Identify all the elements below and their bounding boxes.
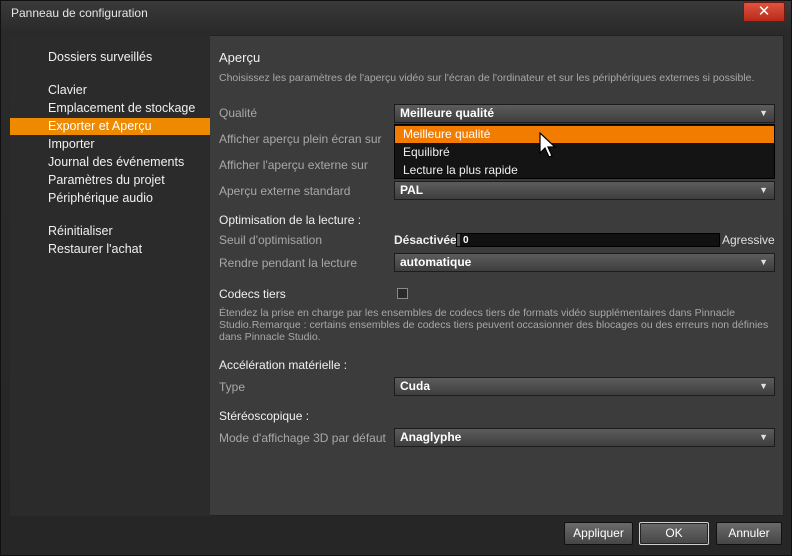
quality-label: Qualité <box>219 106 258 120</box>
close-button[interactable]: ✕ <box>743 2 785 22</box>
render-value: automatique <box>400 255 472 269</box>
threshold-slider[interactable]: 0 <box>456 233 720 247</box>
threshold-max-label: Agressive <box>722 233 775 247</box>
close-icon: ✕ <box>757 3 771 20</box>
chevron-down-icon: ▼ <box>759 185 768 195</box>
sidebar-item-keyboard[interactable]: Clavier <box>10 82 210 99</box>
codecs-checkbox[interactable] <box>397 288 408 299</box>
quality-dropdown-list: Meilleure qualité Equilibré Lecture la p… <box>394 124 775 179</box>
render-select[interactable]: automatique ▼ <box>394 253 775 272</box>
cancel-button[interactable]: Annuler <box>716 522 782 545</box>
threshold-value: 0 <box>463 235 469 246</box>
content-area: Aperçu Choisissez les paramètres de l'ap… <box>210 35 784 516</box>
3d-mode-label: Mode d'affichage 3D par défaut <box>219 431 386 445</box>
preview-description: Choisissez les paramètres de l'aperçu vi… <box>219 72 755 84</box>
option-fastest-playback[interactable]: Lecture la plus rapide <box>395 162 774 179</box>
sidebar-item-import[interactable]: Importer <box>10 136 210 153</box>
chevron-down-icon: ▼ <box>759 257 768 267</box>
sidebar-item-restore-purchase[interactable]: Restaurer l'achat <box>10 241 210 258</box>
preview-heading: Aperçu <box>219 50 261 65</box>
sidebar-item-reset[interactable]: Réinitialiser <box>10 223 210 240</box>
sidebar-item-storage[interactable]: Emplacement de stockage <box>10 100 210 117</box>
quality-value: Meilleure qualité <box>400 106 495 120</box>
chevron-down-icon: ▼ <box>759 432 768 442</box>
external-standard-value: PAL <box>400 183 424 197</box>
type-value: Cuda <box>400 379 430 393</box>
external-standard-label: Aperçu externe standard <box>219 184 351 198</box>
ok-button[interactable]: OK <box>639 522 709 545</box>
title-bar[interactable]: Panneau de configuration ✕ <box>1 1 792 27</box>
type-label: Type <box>219 380 246 394</box>
config-window: Panneau de configuration ✕ Dossiers surv… <box>0 0 792 556</box>
sidebar-item-project-settings[interactable]: Paramètres du projet <box>10 172 210 189</box>
sidebar-item-watch-folders[interactable]: Dossiers surveillés <box>10 49 210 66</box>
sidebar-item-audio-device[interactable]: Périphérique audio <box>10 190 210 207</box>
stereo-heading: Stéréoscopique : <box>219 409 310 423</box>
external-standard-select[interactable]: PAL ▼ <box>394 181 775 200</box>
option-best-quality[interactable]: Meilleure qualité <box>395 126 774 143</box>
codecs-heading: Codecs tiers <box>219 287 286 301</box>
external-label: Afficher l'aperçu externe sur <box>219 158 368 172</box>
threshold-label: Seuil d'optimisation <box>219 233 323 247</box>
quality-select[interactable]: Meilleure qualité ▼ <box>394 104 775 123</box>
type-select[interactable]: Cuda ▼ <box>394 377 775 396</box>
sidebar-item-event-log[interactable]: Journal des événements <box>10 154 210 171</box>
window-title: Panneau de configuration <box>11 6 148 20</box>
fullscreen-label: Afficher aperçu plein écran sur <box>219 132 382 146</box>
sidebar: Dossiers surveillés Clavier Emplacement … <box>10 35 210 516</box>
threshold-min-label: Désactivée <box>394 233 457 247</box>
slider-handle[interactable] <box>457 234 460 246</box>
3d-mode-value: Anaglyphe <box>400 430 462 444</box>
apply-button[interactable]: Appliquer <box>564 522 633 545</box>
option-balanced[interactable]: Equilibré <box>395 144 774 161</box>
playback-heading: Optimisation de la lecture : <box>219 213 362 227</box>
codecs-description: Étendez la prise en charge par les ensem… <box>219 307 769 343</box>
mouse-pointer-icon <box>539 132 557 158</box>
chevron-down-icon: ▼ <box>759 108 768 118</box>
chevron-down-icon: ▼ <box>759 381 768 391</box>
hardware-heading: Accélération matérielle : <box>219 358 348 372</box>
render-label: Rendre pendant la lecture <box>219 256 358 270</box>
3d-mode-select[interactable]: Anaglyphe ▼ <box>394 428 775 447</box>
sidebar-item-export-preview[interactable]: Exporter et Aperçu <box>10 118 210 135</box>
